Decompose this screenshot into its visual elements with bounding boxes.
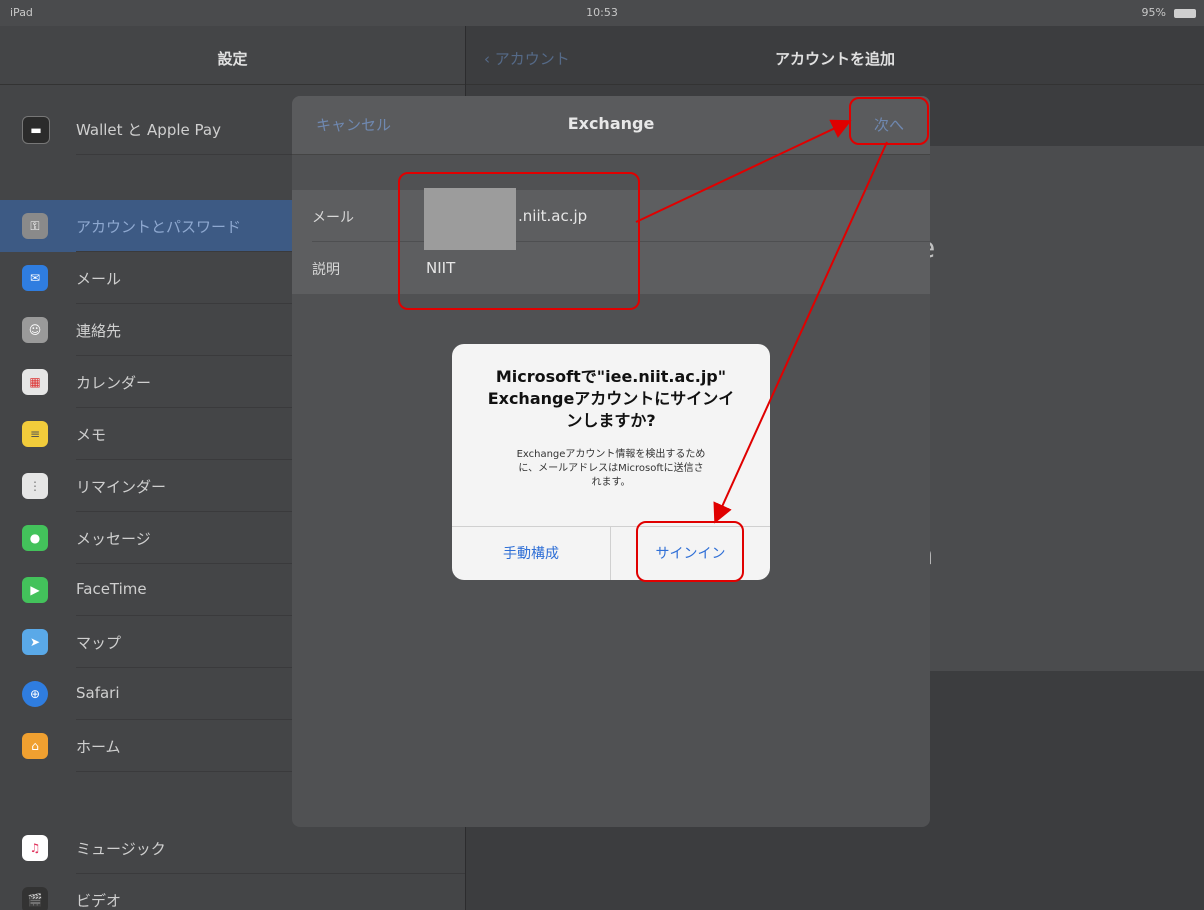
arrow-to-signin: [713, 141, 888, 524]
annotation-arrows: [635, 119, 888, 524]
arrow-to-next: [635, 119, 852, 223]
